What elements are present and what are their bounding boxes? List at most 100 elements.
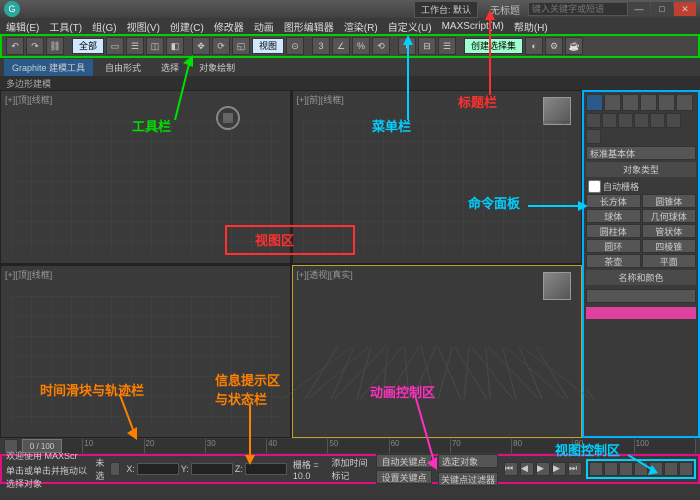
viewport-label[interactable]: [+][顶][线框] [5, 268, 52, 281]
menu-maxscript[interactable]: MAXScript(M) [442, 21, 504, 32]
systems-icon[interactable] [586, 129, 601, 144]
category-dropdown[interactable]: 标准基本体 [586, 146, 696, 160]
geometry-icon[interactable] [586, 113, 601, 128]
add-time-tag[interactable]: 添加时间标记 [332, 456, 370, 482]
maximize-vp-icon[interactable] [679, 462, 693, 476]
rollout-header[interactable]: 名称和颜色 [586, 270, 696, 285]
viewport-bottom-right[interactable]: [+][透视][真实] [292, 265, 583, 439]
select-name-icon[interactable]: ☰ [126, 37, 144, 55]
create-tab-icon[interactable] [586, 94, 603, 111]
percent-snap-icon[interactable]: % [352, 37, 370, 55]
x-coord-input[interactable] [137, 463, 179, 475]
primitive-pyramid[interactable]: 四棱锥 [642, 239, 697, 253]
primitive-cone[interactable]: 圆锥体 [642, 194, 697, 208]
primitive-torus[interactable]: 圆环 [586, 239, 641, 253]
viewport-top-right[interactable]: [+][前][线框] [292, 90, 583, 264]
setkey-button[interactable]: 设置关键点 [376, 470, 432, 484]
viewport-top-left[interactable]: [+][顶][线框] [0, 90, 291, 264]
ribbon-subpanel[interactable]: 多边形建模 [0, 76, 700, 90]
menu-animation[interactable]: 动画 [254, 19, 274, 34]
menu-views[interactable]: 视图(V) [127, 19, 160, 34]
scale-icon[interactable]: ◱ [232, 37, 250, 55]
viewport-label[interactable]: [+][透视][真实] [297, 268, 353, 281]
spinner-snap-icon[interactable]: ⟲ [372, 37, 390, 55]
close-button[interactable]: ✕ [674, 2, 696, 16]
autogrid-checkbox[interactable] [588, 180, 601, 193]
orbit-icon[interactable] [664, 462, 678, 476]
primitive-tube[interactable]: 管状体 [642, 224, 697, 238]
viewport-bottom-left[interactable]: [+][顶][线框] [0, 265, 291, 439]
render-icon[interactable]: ☕ [565, 37, 583, 55]
z-coord-input[interactable] [245, 463, 287, 475]
selection-filter[interactable]: 全部 [72, 38, 104, 54]
help-search[interactable] [528, 2, 628, 16]
undo-icon[interactable]: ↶ [6, 37, 24, 55]
pivot-icon[interactable]: ⊙ [286, 37, 304, 55]
primitive-teapot[interactable]: 茶壶 [586, 254, 641, 268]
fov-icon[interactable] [634, 462, 648, 476]
move-icon[interactable]: ✥ [192, 37, 210, 55]
align-icon[interactable]: ⊟ [418, 37, 436, 55]
menu-tools[interactable]: 工具(T) [49, 19, 82, 34]
menu-modifiers[interactable]: 修改器 [214, 19, 244, 34]
object-color-swatch[interactable] [586, 307, 696, 319]
link-icon[interactable]: ⛓ [46, 37, 64, 55]
viewport-label[interactable]: [+][前][线框] [297, 93, 344, 106]
ribbon-tab-paint[interactable]: 对象绘制 [191, 59, 243, 76]
display-tab-icon[interactable] [658, 94, 675, 111]
goto-start-icon[interactable]: ⏮ [504, 462, 518, 476]
refcoord-dropdown[interactable]: 视图 [252, 38, 284, 54]
workspace-dropdown[interactable]: 工作台: 默认 [414, 1, 478, 18]
zoom-all-icon[interactable] [604, 462, 618, 476]
window-crossing-icon[interactable]: ◧ [166, 37, 184, 55]
next-frame-icon[interactable]: ▶ [552, 462, 566, 476]
helpers-icon[interactable] [650, 113, 665, 128]
angle-snap-icon[interactable]: ∠ [332, 37, 350, 55]
menu-group[interactable]: 组(G) [92, 19, 116, 34]
select-region-icon[interactable]: ◫ [146, 37, 164, 55]
utilities-tab-icon[interactable] [676, 94, 693, 111]
minimize-button[interactable]: — [628, 2, 650, 16]
autokey-button[interactable]: 自动关键点 [376, 454, 432, 468]
pan-icon[interactable] [649, 462, 663, 476]
menu-customize[interactable]: 自定义(U) [388, 19, 432, 34]
mirror-icon[interactable]: ◗ [398, 37, 416, 55]
render-setup-icon[interactable]: ⚙ [545, 37, 563, 55]
cameras-icon[interactable] [634, 113, 649, 128]
spacewarps-icon[interactable] [666, 113, 681, 128]
create-selection-set[interactable]: 创建选择集 [464, 38, 523, 54]
viewport-label[interactable]: [+][顶][线框] [5, 93, 52, 106]
primitive-cylinder[interactable]: 圆柱体 [586, 224, 641, 238]
ribbon-tab-selection[interactable]: 选择 [153, 59, 187, 76]
hierarchy-tab-icon[interactable] [622, 94, 639, 111]
viewcube-icon[interactable] [543, 272, 571, 300]
goto-end-icon[interactable]: ⏭ [568, 462, 582, 476]
shapes-icon[interactable] [602, 113, 617, 128]
zoom-extents-icon[interactable] [619, 462, 633, 476]
menu-create[interactable]: 创建(C) [170, 19, 204, 34]
layer-icon[interactable]: ☰ [438, 37, 456, 55]
keymode-dropdown[interactable]: 选定对象 [438, 454, 498, 468]
ribbon-tab-graphite[interactable]: Graphite 建模工具 [4, 59, 93, 76]
time-slider-handle[interactable]: 0 / 100 [22, 439, 62, 453]
lock-icon[interactable] [110, 462, 120, 476]
material-icon[interactable]: ◐ [525, 37, 543, 55]
object-name-input[interactable] [586, 289, 696, 303]
select-icon[interactable]: ▭ [106, 37, 124, 55]
modify-tab-icon[interactable] [604, 94, 621, 111]
rollout-header[interactable]: 对象类型 [586, 162, 696, 177]
ribbon-tab-freeform[interactable]: 自由形式 [97, 59, 149, 76]
primitive-box[interactable]: 长方体 [586, 194, 641, 208]
primitive-sphere[interactable]: 球体 [586, 209, 641, 223]
maximize-button[interactable]: □ [651, 2, 673, 16]
snap-icon[interactable]: 3 [312, 37, 330, 55]
menu-edit[interactable]: 编辑(E) [6, 19, 39, 34]
y-coord-input[interactable] [191, 463, 233, 475]
menu-help[interactable]: 帮助(H) [514, 19, 548, 34]
rotate-icon[interactable]: ⟳ [212, 37, 230, 55]
zoom-icon[interactable] [589, 462, 603, 476]
motion-tab-icon[interactable] [640, 94, 657, 111]
play-icon[interactable]: ▶ [536, 462, 550, 476]
prev-frame-icon[interactable]: ◀ [520, 462, 534, 476]
lights-icon[interactable] [618, 113, 633, 128]
